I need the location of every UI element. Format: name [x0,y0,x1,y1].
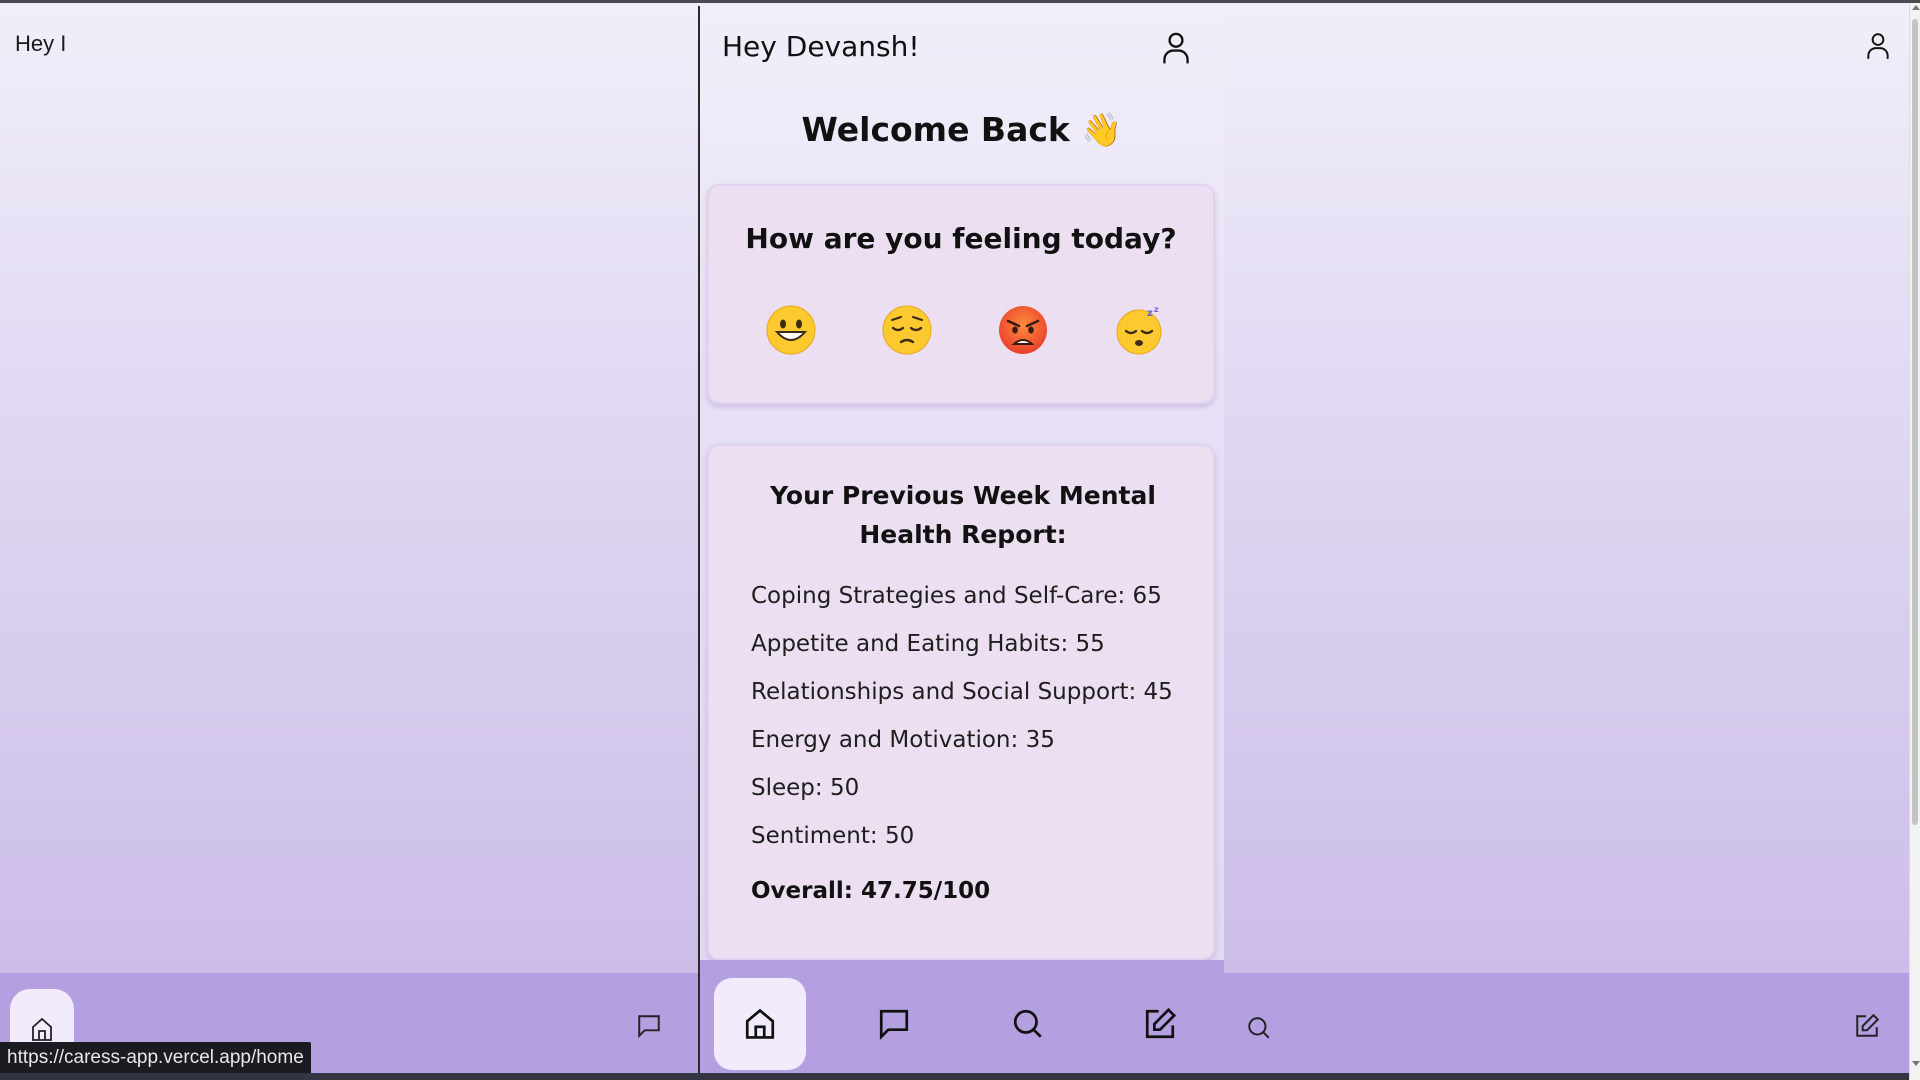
taskbar-strip [0,1073,1909,1080]
page-greeting: Hey Devansh! [722,30,920,63]
mobile-app-frame: Hey Devansh! Welcome Back 👋 How are you … [698,6,1224,1080]
sleeping-face-icon[interactable]: z z [1113,304,1165,356]
chat-icon [879,1009,909,1040]
report-metric: Sleep: 50 [751,775,860,801]
svg-text:z: z [1154,305,1159,314]
edit-icon[interactable] [1854,1013,1880,1039]
svg-text:z: z [1147,308,1153,319]
report-metric: Appetite and Eating Habits: 55 [751,631,1105,657]
grinning-face-icon[interactable] [765,304,817,356]
vertical-scrollbar[interactable] [1909,3,1920,1080]
report-metrics-list: Coping Strategies and Self-Care: 65 Appe… [751,580,1173,868]
background-greeting-text: Hey I [15,31,67,56]
welcome-heading: Welcome Back 👋 [801,110,1123,149]
chat-icon[interactable] [636,1013,662,1039]
scroll-down-arrow-icon[interactable] [1912,1061,1920,1066]
edit-icon [1145,1007,1177,1039]
scroll-up-arrow-icon[interactable] [1912,5,1920,10]
report-metric: Relationships and Social Support: 45 [751,679,1173,705]
user-icon[interactable] [1864,31,1892,61]
profile-icon[interactable] [1160,30,1192,66]
link-status-tooltip: https://caress-app.vercel.app/home [0,1042,311,1073]
report-metric: Sentiment: 50 [751,823,915,849]
nav-home-button[interactable] [714,978,806,1070]
scrollbar-thumb[interactable] [1912,19,1918,825]
search-icon [1013,1009,1042,1038]
report-metric: Energy and Motivation: 35 [751,727,1055,753]
search-icon[interactable] [1246,1015,1272,1041]
mood-question: How are you feeling today? [745,222,1177,255]
home-icon [32,1017,52,1041]
report-title: Your Previous Week Mental Health Report: [770,481,1156,549]
weekly-report-card: Your Previous Week Mental Health Report:… [707,444,1215,960]
nav-search-button[interactable] [982,978,1074,1070]
home-icon [745,1008,775,1039]
bottom-nav-bar [700,960,1224,1080]
nav-journal-button[interactable] [1114,978,1206,1070]
overall-score: Overall: 47.75/100 [751,878,991,904]
mood-card: How are you feeling today? z z [707,184,1215,404]
report-metric: Coping Strategies and Self-Care: 65 [751,583,1162,609]
pensive-face-icon[interactable] [881,304,933,356]
angry-face-icon[interactable] [997,304,1049,356]
mood-emoji-row: z z [765,304,1165,356]
nav-chat-button[interactable] [848,978,940,1070]
